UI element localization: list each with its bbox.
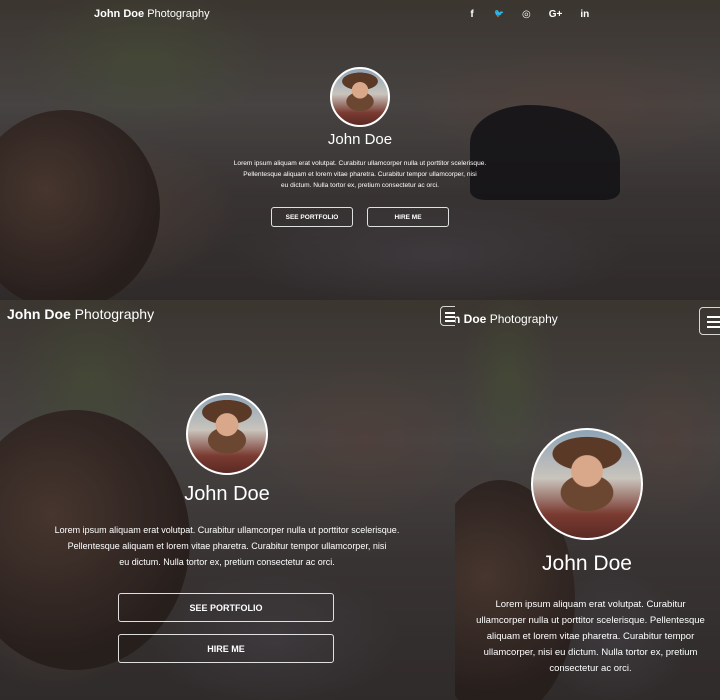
profile-bio: Lorem ipsum aliquam erat volutpat. Curab… (180, 158, 540, 191)
brand-logo[interactable]: John Doe Photography (94, 8, 210, 20)
instagram-icon[interactable]: ◎ (522, 9, 531, 20)
brand-light: Photography (147, 8, 210, 20)
brand-light: Photography (489, 312, 558, 326)
bio-line-2: Pellentesque aliquam et lorem vitae phar… (67, 541, 387, 551)
bio-line-2: Pellentesque aliquam et lorem vitae phar… (243, 171, 477, 178)
bio-line-1: Lorem ipsum aliquam erat volutpat. Curab… (233, 160, 487, 167)
menu-toggle-button[interactable] (699, 307, 720, 335)
hire-me-button[interactable]: HIRE ME (118, 634, 334, 663)
profile-bio: Lorem ipsum aliquam erat volutpat. Curab… (12, 522, 442, 570)
see-portfolio-button[interactable]: SEE PORTFOLIO (118, 593, 334, 622)
mobile-view: n Doe Photography John Doe Lorem ipsum a… (455, 300, 720, 700)
hamburger-icon (445, 312, 455, 314)
profile-name: John Doe (184, 483, 270, 505)
brand-logo[interactable]: John Doe Photography (7, 306, 154, 322)
avatar (531, 428, 643, 540)
brand-bold: John Doe (7, 306, 71, 322)
bio-line-1: Lorem ipsum aliquam erat volutpat. Curab… (54, 525, 400, 535)
menu-toggle-button[interactable] (440, 306, 455, 326)
brand-light: Photography (74, 306, 155, 322)
hire-me-button[interactable]: HIRE ME (367, 207, 449, 227)
bio-line-3: eu dictum. Nulla tortor ex, pretium cons… (281, 182, 439, 189)
bio-line-3: eu dictum. Nulla tortor ex, pretium cons… (119, 557, 335, 567)
linkedin-icon[interactable]: in (580, 9, 589, 20)
google-plus-icon[interactable]: G+ (549, 9, 563, 20)
see-portfolio-button[interactable]: SEE PORTFOLIO (271, 207, 353, 227)
brand-bold: n Doe (455, 312, 487, 326)
social-links: f 🐦 ◎ G+ in (468, 9, 589, 20)
desktop-view: John Doe Photography f 🐦 ◎ G+ in John Do… (0, 0, 720, 300)
hamburger-icon (707, 316, 720, 318)
facebook-icon[interactable]: f (468, 9, 476, 20)
profile-name: John Doe (542, 552, 632, 575)
avatar (186, 393, 268, 475)
brand-logo[interactable]: n Doe Photography (455, 312, 558, 326)
tablet-view: John Doe Photography John Doe Lorem ipsu… (0, 300, 455, 700)
avatar (330, 67, 390, 127)
profile-name: John Doe (327, 131, 393, 148)
twitter-icon[interactable]: 🐦 (494, 9, 504, 20)
brand-bold: John Doe (94, 8, 145, 20)
profile-bio: Lorem ipsum aliquam erat volutpat. Curab… (476, 599, 705, 674)
